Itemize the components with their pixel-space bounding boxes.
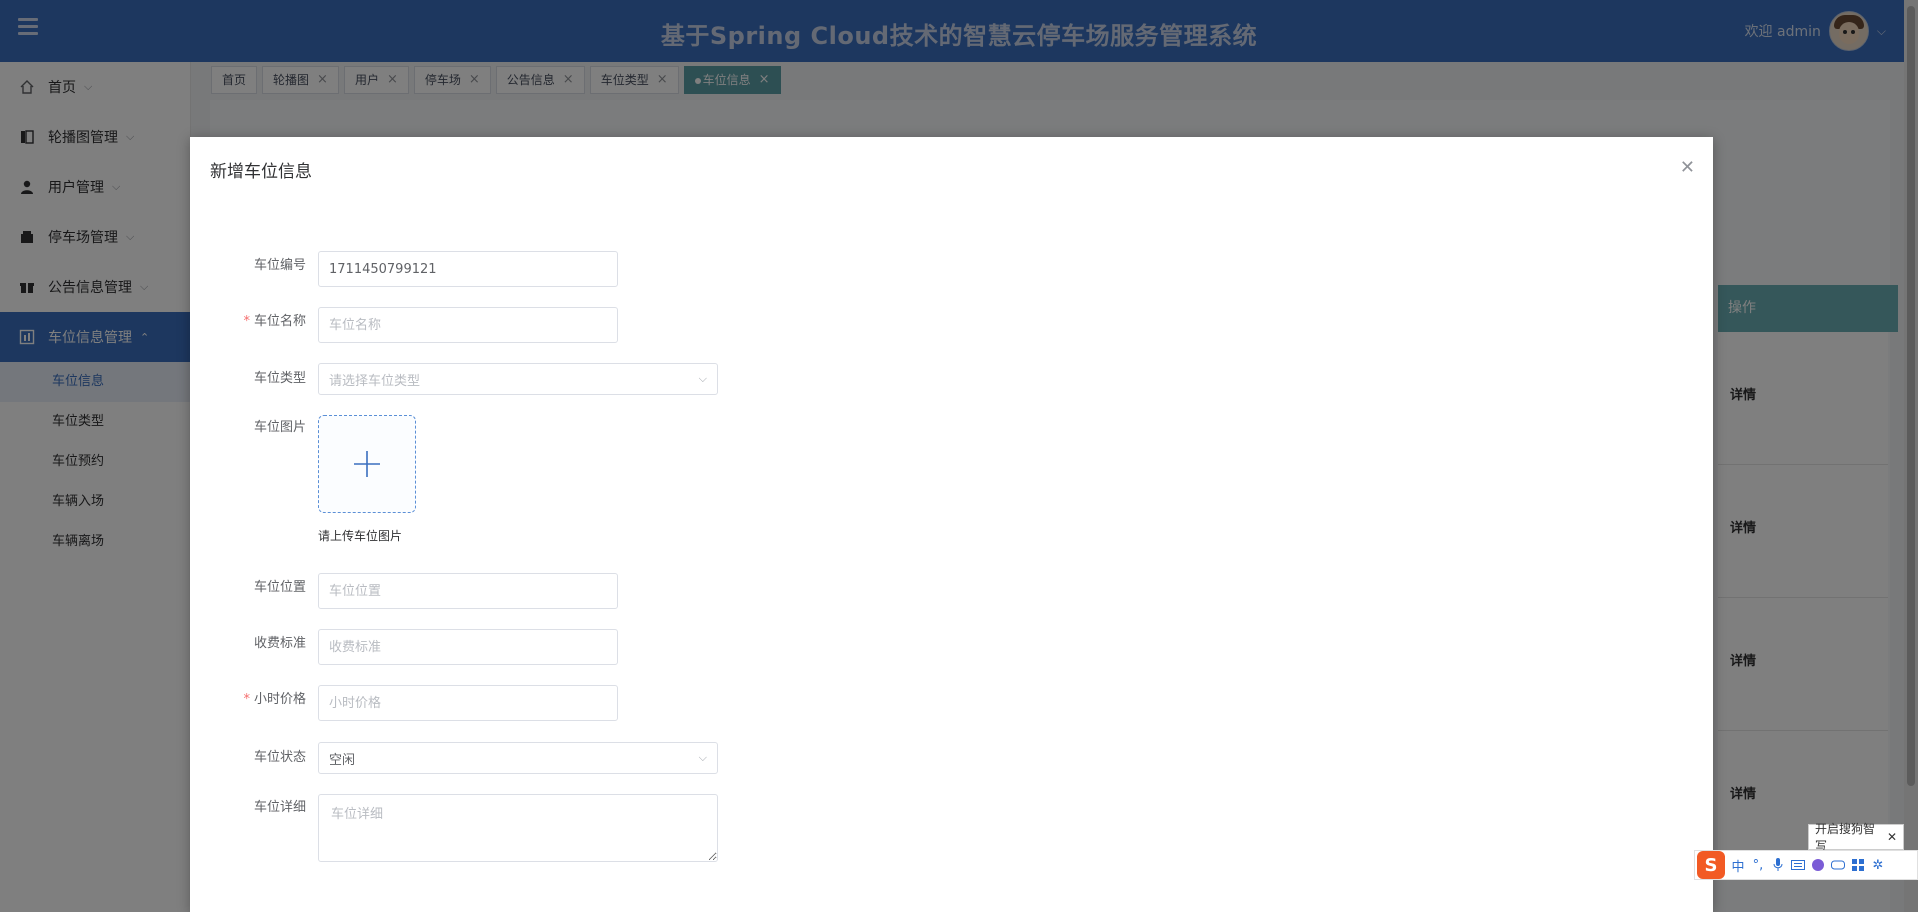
punctuation-icon[interactable]: °, (1751, 858, 1765, 873)
field-label: * 小时价格 (243, 692, 306, 707)
space-status-select[interactable]: 空闲 ⌵ (318, 742, 718, 774)
form-row-status: 车位状态 空闲 ⌵ (190, 742, 718, 774)
field-label: 车位详细 (253, 800, 306, 815)
hourly-price-input[interactable] (318, 685, 618, 721)
chevron-down-icon: ⌵ (698, 751, 707, 764)
ime-mode-label[interactable]: 中 (1731, 858, 1745, 875)
form-row-location: 车位位置 (190, 573, 618, 609)
dialog-title: 新增车位信息 (210, 162, 312, 182)
upload-hint: 请上传车位图片 (318, 529, 403, 543)
form-row-detail: 车位详细 (190, 794, 718, 862)
settings-icon[interactable]: ✲ (1871, 858, 1885, 873)
field-label: * 车位名称 (243, 314, 306, 329)
sogou-logo-icon[interactable]: S (1697, 851, 1725, 879)
keyboard-icon[interactable] (1791, 858, 1805, 872)
space-type-select[interactable]: 请选择车位类型 ⌵ (318, 363, 718, 395)
space-code-input[interactable] (318, 251, 618, 287)
ime-tip-text: 开启搜狗智写 (1815, 822, 1876, 853)
add-parking-space-dialog: 新增车位信息 ✕ 车位编号 *车位名称 车位类型 请选择车位类型 ⌵ 车位图片 … (190, 137, 1713, 912)
form-row-image: 车位图片 请上传车位图片 (190, 415, 416, 544)
field-label: 收费标准 (253, 636, 306, 651)
ime-toolbar[interactable]: S 中 °, ✲ (1694, 850, 1918, 880)
form-row-code: 车位编号 (190, 251, 618, 287)
form-row-fee-standard: 收费标准 (190, 629, 618, 665)
microphone-icon[interactable] (1771, 858, 1785, 872)
chevron-down-icon: ⌵ (698, 372, 707, 385)
space-name-input[interactable] (318, 307, 618, 343)
field-label: 车位位置 (253, 580, 306, 595)
location-input[interactable] (318, 573, 618, 609)
close-icon[interactable]: ✕ (1680, 157, 1695, 178)
plus-icon (354, 451, 380, 477)
form-row-hourly-price: * 小时价格 (190, 685, 618, 721)
form-row-type: 车位类型 请选择车位类型 ⌵ (190, 363, 718, 395)
toolbox-icon[interactable] (1851, 858, 1865, 872)
field-label: 车位图片 (253, 420, 306, 435)
select-value: 空闲 (329, 752, 356, 768)
ime-tip[interactable]: 开启搜狗智写 ✕ (1808, 822, 1904, 853)
form-row-name: * 车位名称 (190, 307, 618, 343)
skin-icon[interactable] (1811, 858, 1825, 872)
fee-standard-input[interactable] (318, 629, 618, 665)
image-upload-button[interactable] (318, 415, 416, 513)
field-label: 车位编号 (253, 258, 306, 273)
detail-textarea[interactable] (318, 794, 718, 862)
select-placeholder: 请选择车位类型 (329, 373, 421, 389)
close-icon[interactable]: ✕ (1887, 830, 1897, 844)
field-label: 车位状态 (253, 750, 306, 765)
field-label: 车位类型 (253, 371, 306, 386)
game-icon[interactable] (1831, 858, 1845, 872)
